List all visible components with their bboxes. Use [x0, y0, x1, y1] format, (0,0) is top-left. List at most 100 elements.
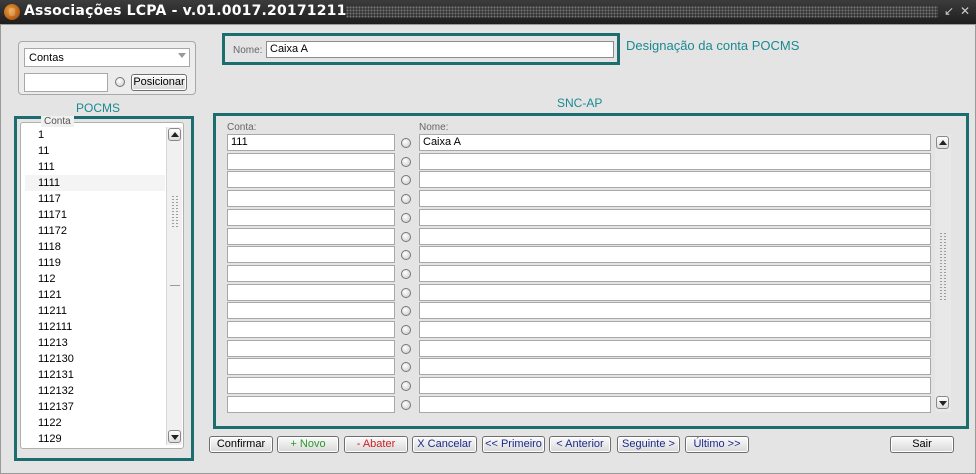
pocms-list-item[interactable]: 111 [25, 159, 165, 175]
pocms-list-item[interactable]: 1 [25, 127, 165, 143]
conta-cell[interactable] [227, 152, 395, 170]
lookup-radio[interactable] [401, 138, 411, 148]
nome-cell[interactable] [419, 377, 931, 395]
pocms-list-item[interactable]: 1121 [25, 287, 165, 303]
lookup-radio[interactable] [401, 399, 411, 410]
pocms-list-item[interactable]: 112 [25, 271, 165, 287]
anterior-label: < Anterior [556, 438, 604, 450]
main-window: Contas Posicionar POCMS Conta 1 11 111 1111… [0, 24, 976, 474]
chevron-down-icon[interactable] [178, 53, 186, 58]
nome-cell[interactable] [419, 264, 931, 282]
conta-cell[interactable] [227, 208, 395, 226]
conta-cell[interactable] [227, 283, 395, 301]
sair-label: Sair [912, 438, 932, 450]
conta-cell[interactable] [227, 321, 395, 338]
arrow-up-icon [939, 140, 947, 145]
title-bar[interactable]: Associações LCPA - v.01.0017.20171211 ↙ … [0, 0, 976, 24]
nome-cell[interactable] [419, 208, 931, 226]
novo-button[interactable]: + Novo [277, 436, 339, 453]
anterior-button[interactable]: < Anterior [549, 436, 611, 453]
abater-button[interactable]: - Abater [344, 436, 408, 453]
pocms-list-item[interactable]: 11171 [25, 207, 165, 223]
nome-cell[interactable] [419, 171, 931, 189]
nome-description: Designação da conta POCMS [626, 38, 800, 53]
novo-label: + Novo [290, 438, 326, 450]
nome-input[interactable]: Caixa A [266, 41, 614, 58]
pocms-list-item[interactable]: 1122 [25, 415, 165, 431]
confirmar-button[interactable]: Confirmar [209, 436, 273, 453]
lookup-radio[interactable] [401, 212, 411, 223]
nome-cell[interactable] [419, 246, 931, 264]
cancelar-button[interactable]: X Cancelar [412, 436, 477, 453]
lookup-radio[interactable] [401, 325, 411, 335]
conta-cell[interactable] [227, 377, 395, 395]
position-input[interactable] [24, 73, 108, 92]
pocms-list-item[interactable]: 1119 [25, 255, 165, 271]
pocms-list-item[interactable]: 1111 [25, 175, 165, 191]
lookup-radio[interactable] [401, 231, 411, 242]
seguinte-button[interactable]: Seguinte > [617, 436, 680, 453]
posicionar-button[interactable]: Posicionar [131, 74, 187, 91]
close-icon[interactable]: ✕ [958, 4, 972, 18]
scroll-grip[interactable] [171, 195, 179, 229]
conta-cell[interactable] [227, 227, 395, 245]
scroll-thumb-mark [170, 285, 180, 286]
sair-button[interactable]: Sair [890, 436, 954, 453]
pocms-list-item[interactable]: 11 [25, 143, 165, 159]
nome-cell[interactable] [419, 227, 931, 245]
position-radio[interactable] [115, 77, 125, 87]
scroll-up-button[interactable] [936, 136, 949, 149]
scroll-down-button[interactable] [936, 396, 949, 409]
conta-cell[interactable]: 111 [227, 134, 395, 151]
nome-label: Nome: [233, 45, 263, 56]
nome-cell[interactable] [419, 190, 931, 208]
conta-cell[interactable] [227, 358, 395, 376]
nome-cell[interactable] [419, 283, 931, 301]
pocms-list-item[interactable]: 1118 [25, 239, 165, 255]
pocms-list-item[interactable]: 1117 [25, 191, 165, 207]
pocms-list-item[interactable]: 11211 [25, 303, 165, 319]
pocms-list-item[interactable]: 112137 [25, 399, 165, 415]
primeiro-button[interactable]: << Primeiro [482, 436, 545, 453]
minimize-icon[interactable]: ↙ [942, 4, 956, 18]
nome-cell[interactable] [419, 152, 931, 170]
nome-panel: Nome: Caixa A [222, 33, 620, 65]
lookup-radio[interactable] [401, 268, 411, 279]
arrow-down-icon [939, 401, 947, 406]
title-bar-pattern [346, 6, 938, 18]
nome-cell[interactable] [419, 395, 931, 413]
conta-cell[interactable] [227, 246, 395, 264]
lookup-radio[interactable] [401, 287, 411, 298]
scroll-up-button[interactable] [168, 128, 181, 141]
conta-cell[interactable] [227, 171, 395, 189]
nome-cell[interactable] [419, 358, 931, 376]
account-type-select[interactable]: Contas [24, 48, 190, 67]
nome-cell[interactable] [419, 339, 931, 357]
conta-cell[interactable] [227, 395, 395, 413]
pocms-list-item[interactable]: 112132 [25, 383, 165, 399]
pocms-scrollbar[interactable] [166, 127, 182, 445]
scroll-down-button[interactable] [168, 430, 181, 443]
nome-cell[interactable] [419, 321, 931, 338]
pocms-list-item[interactable]: 112111 [25, 319, 165, 335]
posicionar-button-label: Posicionar [133, 76, 185, 88]
pocms-list-item[interactable]: 1129 [25, 431, 165, 447]
scroll-grip[interactable] [939, 232, 947, 302]
pocms-list-item[interactable]: 11172 [25, 223, 165, 239]
pocms-list-item[interactable]: 112130 [25, 351, 165, 367]
conta-cell[interactable] [227, 190, 395, 208]
pocms-tree: Conta 1 11 111 1111 1117 11171 11172 1118 1119 11… [20, 116, 184, 449]
snc-section-label: SNC-AP [557, 96, 603, 110]
conta-cell[interactable] [227, 339, 395, 357]
lookup-radio[interactable] [401, 156, 411, 167]
nome-cell[interactable]: Caixa A [419, 134, 931, 151]
conta-cell[interactable] [227, 264, 395, 282]
conta-cell[interactable] [227, 302, 395, 320]
nome-cell[interactable] [419, 302, 931, 320]
snc-scrollbar[interactable] [935, 134, 951, 412]
pocms-list-item[interactable]: 11213 [25, 335, 165, 351]
app-logo-icon [4, 4, 20, 20]
pocms-list-item[interactable]: 112131 [25, 367, 165, 383]
ultimo-button[interactable]: Último >> [685, 436, 749, 453]
lookup-radio[interactable] [401, 343, 411, 354]
